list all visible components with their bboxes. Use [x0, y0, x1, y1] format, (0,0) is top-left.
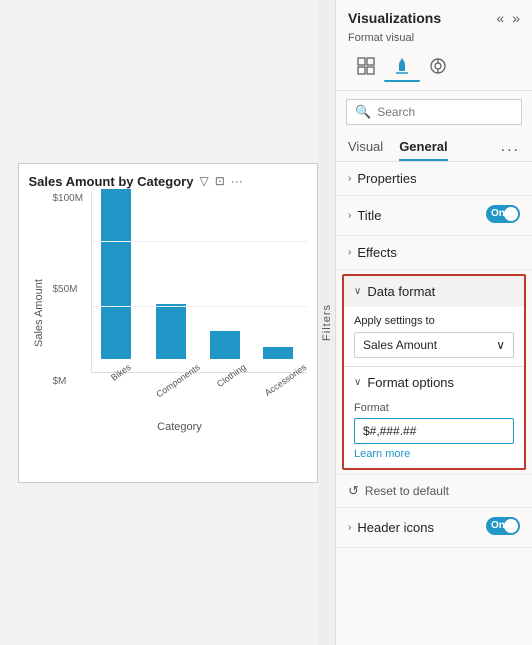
data-format-content: Apply settings to Sales Amount ∨ — [344, 307, 524, 366]
section-header-icons[interactable]: › Header icons On — [336, 507, 532, 548]
bar-label-accessories: Accessories — [263, 362, 308, 398]
viz-title: Visualizations — [348, 10, 441, 26]
chevron-data-format: ∨ — [354, 286, 361, 297]
format-options-label: Format options — [367, 375, 454, 390]
grid-line-1 — [92, 241, 307, 242]
bar-group-bikes: Bikes — [96, 189, 138, 372]
expand-icon[interactable]: ⊡ — [215, 174, 225, 188]
right-panel: Visualizations « » Format visual — [335, 0, 532, 645]
filters-bar[interactable]: Filters — [318, 0, 336, 645]
y-axis-labels: $100M $50M $M — [53, 193, 91, 407]
analytics-format-icon[interactable] — [420, 50, 456, 82]
tab-more-dots[interactable]: ... — [501, 138, 520, 156]
bar-label-components: Components — [154, 362, 202, 399]
filter-icon[interactable]: ▽ — [199, 174, 208, 188]
reset-row[interactable]: ↺ Reset to default — [336, 474, 532, 507]
search-icon: 🔍 — [355, 104, 371, 120]
format-icons-row — [336, 50, 532, 91]
section-label-title: Title — [357, 208, 381, 223]
sections-container: › Properties › Title On › Effects ∨ Data… — [336, 162, 532, 645]
chart-panel: Filters Sales Amount by Category ▽ ⊡ ···… — [0, 0, 335, 645]
data-format-header[interactable]: ∨ Data format — [344, 276, 524, 307]
section-label-header-icons: Header icons — [357, 520, 434, 535]
filters-label: Filters — [321, 304, 333, 341]
bar-group-clothing: Clothing — [204, 331, 246, 372]
apply-settings-label: Apply settings to — [354, 315, 514, 327]
bar-label-clothing: Clothing — [215, 362, 248, 389]
toggle-header-icons[interactable]: On — [486, 517, 520, 538]
learn-more-link[interactable]: Learn more — [354, 448, 514, 460]
apply-settings-dropdown[interactable]: Sales Amount ∨ — [354, 332, 514, 358]
tab-visual[interactable]: Visual — [348, 133, 383, 161]
chevron-header-icons: › — [348, 522, 351, 533]
more-icon[interactable]: ··· — [231, 174, 243, 188]
collapse-icon[interactable]: « — [496, 10, 504, 26]
bars-area: Bikes Components Clothing Accessori — [91, 193, 307, 373]
chart-container: Sales Amount by Category ▽ ⊡ ··· Sales A… — [18, 163, 318, 483]
search-input[interactable] — [377, 105, 513, 119]
grid-line-2 — [92, 306, 307, 307]
format-input[interactable] — [354, 418, 514, 444]
chevron-properties: › — [348, 173, 351, 184]
tab-general[interactable]: General — [399, 133, 447, 161]
data-format-section: ∨ Data format Apply settings to Sales Am… — [342, 274, 526, 470]
chevron-format-options: ∨ — [354, 377, 361, 388]
section-label-properties: Properties — [357, 171, 416, 186]
tab-row: Visual General ... — [336, 133, 532, 162]
chevron-effects: › — [348, 247, 351, 258]
x-axis-label: Category — [53, 421, 307, 433]
bar-group-components: Components — [145, 304, 196, 372]
search-bar[interactable]: 🔍 — [346, 99, 522, 125]
y-tick-2: $50M — [53, 284, 91, 295]
expand-icon-right[interactable]: » — [512, 10, 520, 26]
bar-label-bikes: Bikes — [109, 362, 133, 383]
viz-panel-header: Visualizations « » — [336, 0, 532, 30]
paint-format-icon[interactable] — [384, 50, 420, 82]
dropdown-value: Sales Amount — [363, 338, 437, 352]
panel-arrows[interactable]: « » — [496, 10, 520, 26]
reset-label: Reset to default — [365, 484, 449, 498]
data-format-label: Data format — [367, 284, 435, 299]
bar-clothing — [210, 331, 240, 359]
bar-accessories — [263, 347, 293, 359]
format-visual-label: Format visual — [336, 30, 532, 50]
toggle-title[interactable]: On — [486, 205, 520, 226]
grid-format-icon[interactable] — [348, 50, 384, 82]
section-properties[interactable]: › Properties — [336, 162, 532, 196]
section-label-effects: Effects — [357, 245, 397, 260]
section-effects[interactable]: › Effects — [336, 236, 532, 270]
chevron-title: › — [348, 210, 351, 221]
format-options-header[interactable]: ∨ Format options — [344, 366, 524, 398]
format-options-content: Format Learn more — [344, 398, 524, 468]
format-label: Format — [354, 402, 514, 414]
bar-group-accessories: Accessories — [254, 347, 303, 372]
chart-title: Sales Amount by Category — [29, 174, 194, 189]
dropdown-chevron: ∨ — [496, 338, 505, 352]
bar-components — [156, 304, 186, 359]
y-tick-3: $M — [53, 376, 91, 387]
section-title[interactable]: › Title On — [336, 196, 532, 236]
bar-bikes — [101, 189, 131, 359]
y-axis-label: Sales Amount — [29, 193, 49, 433]
y-tick-1: $100M — [53, 193, 91, 204]
reset-icon: ↺ — [348, 483, 359, 499]
